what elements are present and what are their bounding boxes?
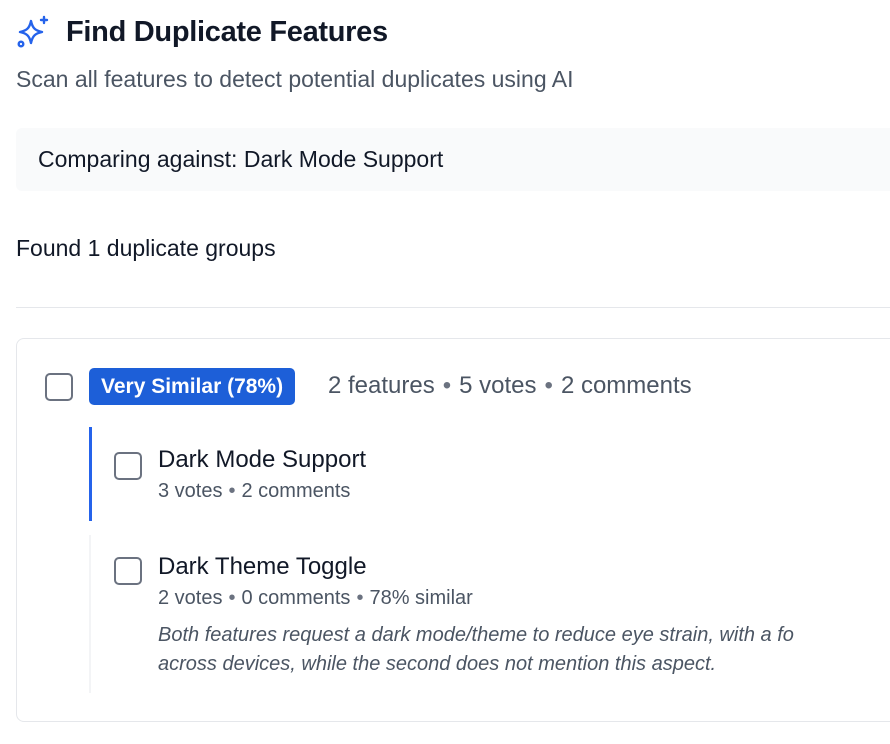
- group-select-checkbox[interactable]: [45, 373, 73, 401]
- separator-dot: •: [228, 480, 236, 502]
- results-summary: Found 1 duplicate groups: [16, 235, 276, 261]
- group-comments: 2 comments: [560, 372, 692, 399]
- feature-comments: 2 comments: [241, 480, 351, 502]
- comparing-label: Comparing against: Dark Mode Support: [38, 146, 444, 172]
- group-votes: 5 votes: [459, 372, 537, 399]
- similarity-badge: Very Similar (78%): [89, 368, 296, 405]
- feature-similarity: 78% similar: [369, 587, 473, 609]
- header: Find Duplicate Features: [16, 14, 388, 50]
- separator-dot: •: [228, 587, 236, 609]
- explanation-line: across devices, while the second does no…: [158, 653, 717, 675]
- group-meta: 2 features • 5 votes • 2 comments: [328, 372, 692, 400]
- duplicate-group-card: Very Similar (78%) 2 features • 5 votes • 2 …: [16, 338, 890, 722]
- page-subtitle: Scan all features to detect potential du…: [16, 66, 574, 92]
- feature-select-checkbox[interactable]: [114, 452, 142, 480]
- similarity-explanation: Both features request a dark mode/theme …: [158, 621, 890, 679]
- feature-title[interactable]: Dark Theme Toggle: [158, 553, 367, 581]
- separator-dot: •: [544, 372, 553, 399]
- separator-dot: •: [356, 587, 364, 609]
- comparing-panel: Comparing against: Dark Mode Support: [16, 128, 890, 191]
- feature-select-checkbox[interactable]: [114, 557, 142, 585]
- feature-comments: 0 comments: [241, 587, 351, 609]
- feature-votes: 3 votes: [158, 480, 223, 502]
- duplicate-finder-page: Find Duplicate Features Scan all feature…: [0, 0, 890, 744]
- feature-item-duplicate: Dark Theme Toggle 2 votes • 0 comments • 78%…: [89, 535, 890, 693]
- feature-title[interactable]: Dark Mode Support: [158, 446, 366, 474]
- feature-votes: 2 votes: [158, 587, 223, 609]
- explanation-line: Both features request a dark mode/theme …: [158, 624, 794, 646]
- separator-dot: •: [442, 372, 452, 399]
- divider: [16, 307, 890, 308]
- page-title: Find Duplicate Features: [66, 15, 388, 48]
- feature-meta: 2 votes • 0 comments • 78% similar: [158, 587, 473, 610]
- sparkles-icon: [16, 14, 52, 50]
- feature-meta: 3 votes • 2 comments: [158, 480, 350, 503]
- feature-item-primary: Dark Mode Support 3 votes • 2 comments: [89, 427, 890, 521]
- group-feature-count: 2 features: [328, 372, 435, 399]
